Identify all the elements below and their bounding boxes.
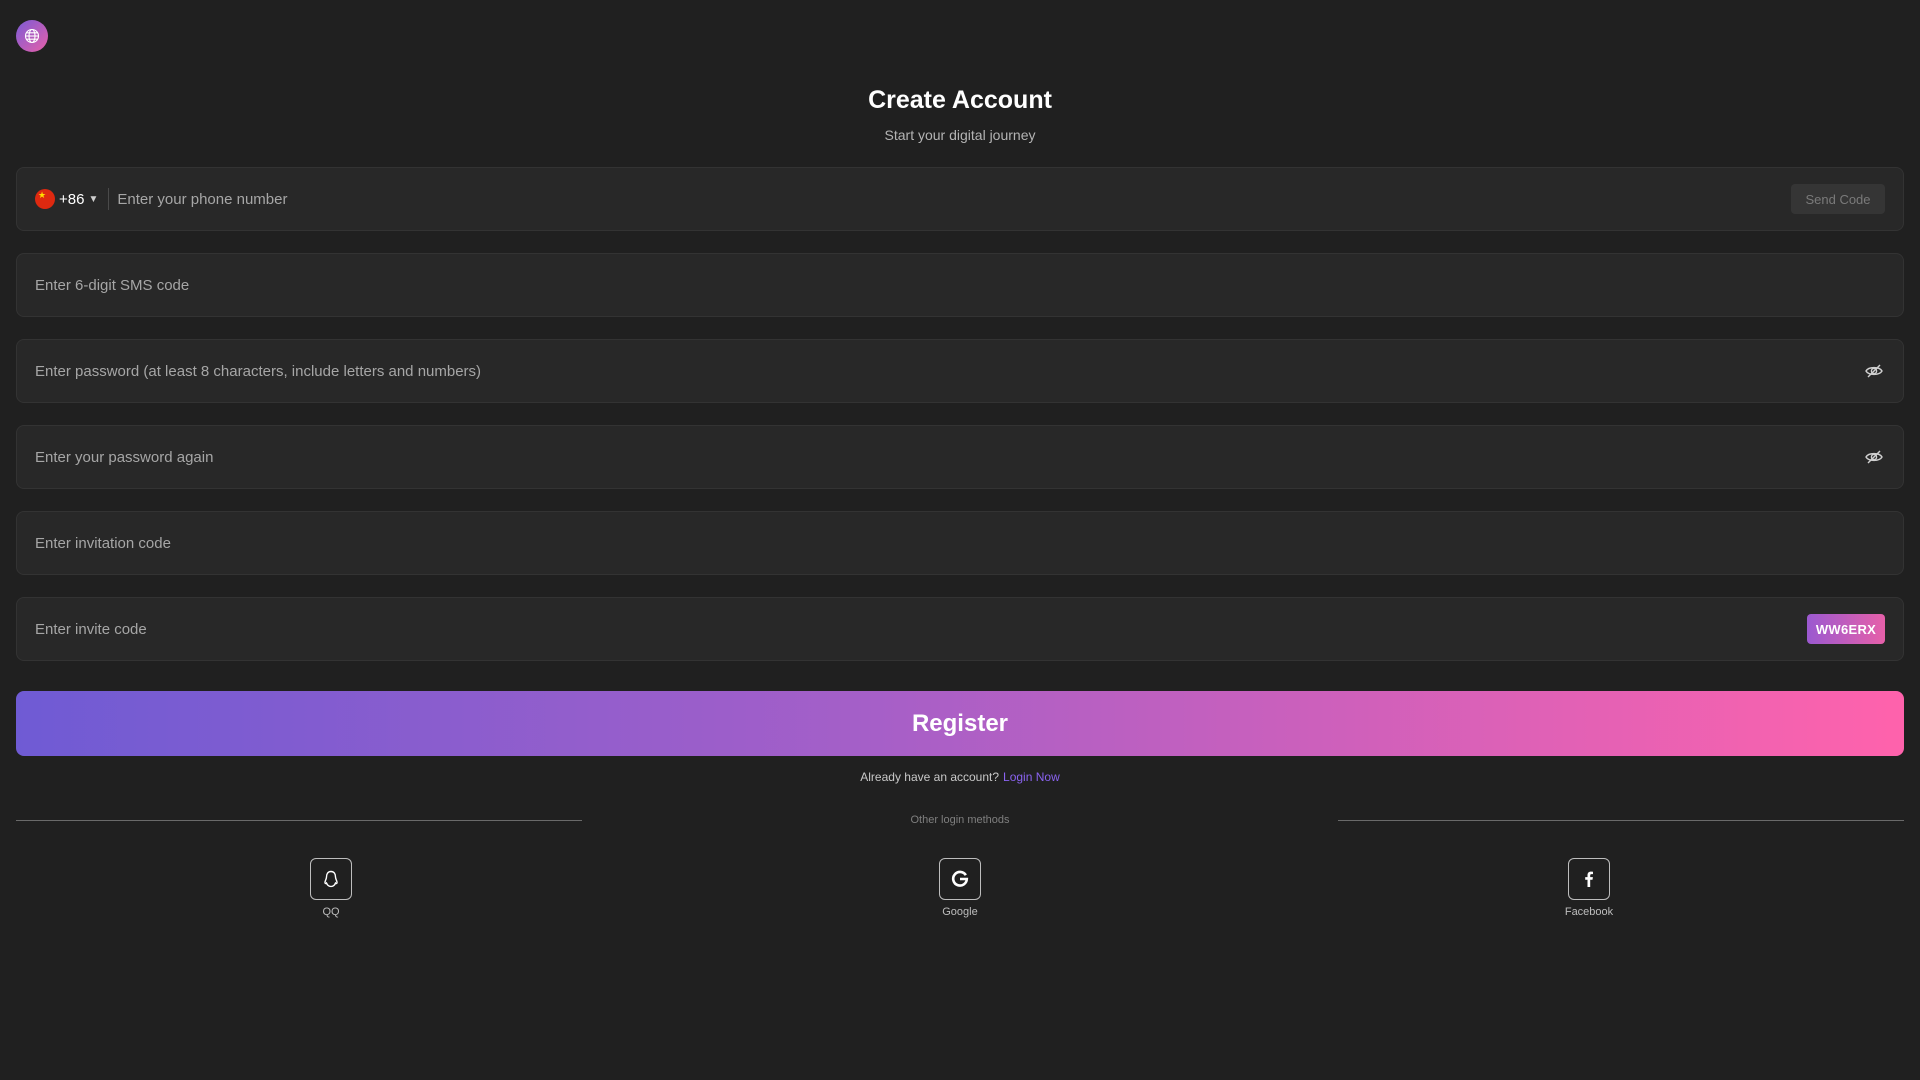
social-login-google: Google [920,858,1000,918]
google-login-button[interactable] [939,858,981,900]
other-methods-divider: Other login methods [16,812,1904,828]
qq-label: QQ [322,906,340,918]
language-globe-button[interactable] [16,20,48,52]
divider-line-right [1338,820,1904,821]
country-code-selector[interactable]: ★ +86 ▼ [35,188,110,210]
facebook-label: Facebook [1564,906,1614,918]
google-label: Google [942,906,978,918]
password-input[interactable] [35,340,1863,402]
eye-off-icon [1865,450,1883,464]
register-button[interactable]: Register [16,691,1904,756]
confirm-password-input[interactable] [35,426,1863,488]
invite-code-input[interactable] [35,598,1807,660]
captcha-image[interactable]: WW6ERX [1807,614,1885,644]
toggle-password-visibility[interactable] [1863,360,1885,382]
qq-icon [324,870,338,888]
phone-input[interactable] [117,168,1791,230]
sms-code-field [16,253,1904,317]
confirm-password-field [16,425,1904,489]
page-subtitle: Start your digital journey [884,127,1036,143]
globe-icon [24,28,40,44]
qq-login-button[interactable] [310,858,352,900]
page-title: Create Account [868,86,1052,114]
country-dial-code: +86 [59,190,85,208]
login-prompt: Already have an account? Login Now [0,770,1920,784]
invitation-code-field [16,511,1904,575]
social-login-facebook: Facebook [1549,858,1629,918]
password-field [16,339,1904,403]
chevron-down-icon: ▼ [88,193,99,205]
invitation-code-input[interactable] [35,512,1885,574]
login-prompt-text: Already have an account? [860,770,1000,784]
china-flag-icon: ★ [35,189,55,209]
send-code-button[interactable]: Send Code [1791,184,1885,214]
login-now-link[interactable]: Login Now [1003,770,1060,784]
social-login-qq: QQ [291,858,371,918]
toggle-confirm-password-visibility[interactable] [1863,446,1885,468]
facebook-login-button[interactable] [1568,858,1610,900]
invite-code-field: WW6ERX [16,597,1904,661]
google-icon [951,870,969,887]
phone-field: ★ +86 ▼ Send Code [16,167,1904,231]
facebook-icon [1585,871,1593,887]
sms-code-input[interactable] [35,254,1885,316]
eye-off-icon [1865,364,1883,378]
page-header: Create Account Start your digital journe… [0,86,1920,143]
